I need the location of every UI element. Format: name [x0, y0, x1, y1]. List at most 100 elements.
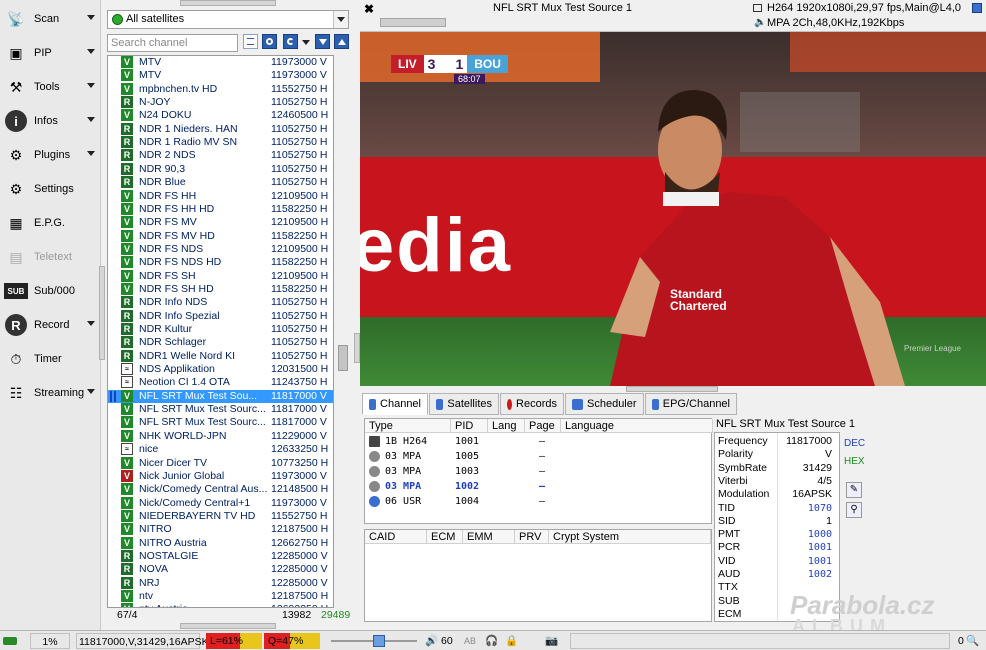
- pid-row[interactable]: 03 MPA 1005 –: [365, 449, 711, 464]
- sidebar-item-e-p-g-[interactable]: ▦ E.P.G.: [2, 207, 99, 239]
- channel-row[interactable]: V N24 DOKU 12460500 H: [108, 109, 333, 122]
- pid-table-header[interactable]: PID: [451, 419, 488, 433]
- ca-table-header[interactable]: Crypt System: [549, 530, 711, 544]
- sidebar-item-timer[interactable]: ⏱ Timer: [2, 343, 99, 375]
- list-view-icon[interactable]: [243, 34, 258, 49]
- channel-row[interactable]: V NDR FS MV HD 11582250 H: [108, 229, 333, 243]
- pid-table-header[interactable]: Language: [561, 419, 713, 433]
- sidebar-item-pip[interactable]: ▣ PIP: [2, 37, 99, 69]
- channel-row[interactable]: V NITRO Austria 12662750 H: [108, 536, 333, 550]
- channel-row[interactable]: R NDR 90,3 11052750 H: [108, 162, 333, 176]
- pid-row[interactable]: 06 USR 1004 –: [365, 494, 711, 509]
- volume-slider[interactable]: [331, 633, 417, 649]
- sidebar-item-settings[interactable]: ⚙ Settings: [2, 173, 99, 205]
- channel-row[interactable]: R NDR1 Welle Nord KI 11052750 H: [108, 349, 333, 363]
- video-player[interactable]: LIV 3 1 BOU 68:07 edia Standard Chartere…: [360, 32, 986, 386]
- pid-row[interactable]: 1B H264 1001 –: [365, 434, 711, 449]
- sidebar-item-record[interactable]: R Record: [2, 309, 99, 341]
- channel-row[interactable]: R NDR Info NDS 11052750 H: [108, 296, 333, 309]
- move-up-icon[interactable]: [334, 34, 349, 49]
- ab-icon[interactable]: AB: [464, 633, 480, 649]
- sidebar-item-plugins[interactable]: ⚙ Plugins: [2, 139, 99, 171]
- chevron-down-icon[interactable]: [87, 389, 95, 394]
- channel-row[interactable]: R NDR 1 Radio MV SN 11052750 H: [108, 136, 333, 149]
- search-icon[interactable]: ⚲: [846, 502, 862, 518]
- lock-icon[interactable]: 🔒: [505, 633, 519, 649]
- channel-row[interactable]: V Nick Junior Global 11973000 V: [108, 469, 333, 483]
- channel-row[interactable]: V MTV 11973000 V: [108, 69, 333, 82]
- volume-icon[interactable]: 🔊: [425, 633, 439, 649]
- channel-row[interactable]: ≈ nice 12633250 H: [108, 443, 333, 456]
- chevron-down-icon[interactable]: [87, 15, 95, 20]
- channel-row[interactable]: V NDR FS MV 12109500 H: [108, 216, 333, 229]
- video-splitter[interactable]: [626, 386, 718, 392]
- camera-icon[interactable]: 📷: [545, 633, 559, 649]
- channel-row[interactable]: R NDR 2 NDS 11052750 H: [108, 149, 333, 162]
- chevron-down-icon[interactable]: [87, 117, 95, 122]
- close-icon[interactable]: ✖: [364, 2, 374, 16]
- channel-row[interactable]: ≈ NDS Applikation 12031500 H: [108, 363, 333, 376]
- channel-row[interactable]: ≈ Neotion CI 1.4 OTA 11243750 H: [108, 376, 333, 389]
- ca-table-header[interactable]: PRV: [515, 530, 549, 544]
- channel-row[interactable]: V Nicer Dicer TV 10773250 H: [108, 456, 333, 470]
- channel-row[interactable]: V NDR FS NDS HD 11582250 H: [108, 256, 333, 269]
- ca-table-header[interactable]: ECM: [427, 530, 463, 544]
- ca-table-header[interactable]: EMM: [463, 530, 515, 544]
- scroll-thumb[interactable]: [338, 345, 348, 371]
- sidebar-item-infos[interactable]: i Infos: [2, 105, 99, 137]
- channel-row[interactable]: V NDR FS SH HD 11582250 H: [108, 282, 333, 296]
- channel-row[interactable]: Vntv Austria12692250 H: [108, 603, 333, 607]
- search-channel-input[interactable]: Search channel: [107, 34, 238, 52]
- dec-button[interactable]: DEC: [844, 438, 865, 449]
- channel-row[interactable]: V NFL SRT Mux Test Sourc... 11817000 V: [108, 403, 333, 416]
- channel-row[interactable]: V NDR FS SH 12109500 H: [108, 269, 333, 283]
- channel-row[interactable]: R NDR 1 Nieders. HAN 11052750 H: [108, 122, 333, 136]
- channel-row[interactable]: V NFL SRT Mux Test Sou... 11817000 V: [108, 389, 333, 404]
- channel-row[interactable]: V NITRO 12187500 H: [108, 523, 333, 536]
- sidebar-splitter[interactable]: [99, 266, 105, 360]
- channel-row[interactable]: R NRJ 12285000 V: [108, 576, 333, 590]
- channel-row[interactable]: V NDR FS NDS 12109500 H: [108, 242, 333, 256]
- channel-row[interactable]: R NDR Blue 11052750 H: [108, 176, 333, 189]
- sidebar-item-streaming[interactable]: ☷ Streaming: [2, 377, 99, 409]
- channel-list-scrollbar[interactable]: [336, 55, 350, 608]
- channel-row[interactable]: V MTV 11973000 V: [108, 56, 333, 69]
- tab-satellites[interactable]: Satellites: [429, 393, 499, 415]
- sort-icon[interactable]: [283, 34, 298, 49]
- satellite-filter-select[interactable]: All satellites: [107, 10, 349, 29]
- channel-row[interactable]: V NFL SRT Mux Test Sourc... 11817000 V: [108, 416, 333, 429]
- tab-records[interactable]: Records: [500, 393, 564, 415]
- chevron-down-icon[interactable]: [87, 151, 95, 156]
- channel-list[interactable]: V MTV 11973000 V V MTV 11973000 V Vmpbnchen.tv…: [107, 55, 334, 608]
- channel-row[interactable]: V NDR FS HH HD 11582250 H: [108, 202, 333, 216]
- channel-row[interactable]: R NDR Schlager 11052750 H: [108, 336, 333, 349]
- pid-row[interactable]: 03 MPA 1003 –: [365, 464, 711, 479]
- sidebar-item-sub-000[interactable]: SUB Sub/000: [2, 275, 99, 307]
- pid-table-header[interactable]: Lang: [488, 419, 525, 433]
- channel-row[interactable]: V NDR FS HH 12109500 H: [108, 189, 333, 203]
- chevron-down-icon[interactable]: [333, 11, 348, 28]
- chevron-down-icon[interactable]: [87, 321, 95, 326]
- bottom-handle[interactable]: [180, 623, 276, 629]
- filter-icon[interactable]: [262, 34, 277, 49]
- channel-row[interactable]: Vntv 12187500 H: [108, 590, 333, 603]
- hex-button[interactable]: HEX: [844, 456, 865, 467]
- edit-icon[interactable]: ✎: [846, 482, 862, 498]
- tab-epg-channel[interactable]: EPG/Channel: [645, 393, 737, 415]
- pid-row[interactable]: 03 MPA 1002 –: [365, 479, 711, 494]
- tab-channel[interactable]: Channel: [362, 393, 428, 415]
- sidebar-item-teletext[interactable]: ▤ Teletext: [2, 241, 99, 273]
- channel-row[interactable]: R NDR Info Spezial 11052750 H: [108, 309, 333, 323]
- channel-row[interactable]: R N-JOY 11052750 H: [108, 96, 333, 109]
- channel-row[interactable]: R NOSTALGIE 12285000 V: [108, 549, 333, 563]
- channel-row[interactable]: V Nick/Comedy Central Aus... 12148500 H: [108, 483, 333, 496]
- volume-thumb[interactable]: [373, 635, 385, 647]
- channel-row[interactable]: R NDR Kultur 11052750 H: [108, 323, 333, 336]
- move-down-icon[interactable]: [315, 34, 330, 49]
- channel-row[interactable]: Vmpbnchen.tv HD 11552750 H: [108, 82, 333, 96]
- sidebar-item-scan[interactable]: 📡 Scan: [2, 3, 99, 35]
- pid-table-header[interactable]: Type: [365, 419, 451, 433]
- sort-dropdown-icon[interactable]: [302, 40, 310, 45]
- headphones-icon[interactable]: 🎧: [485, 633, 499, 649]
- sidebar-item-tools[interactable]: ⚒ Tools: [2, 71, 99, 103]
